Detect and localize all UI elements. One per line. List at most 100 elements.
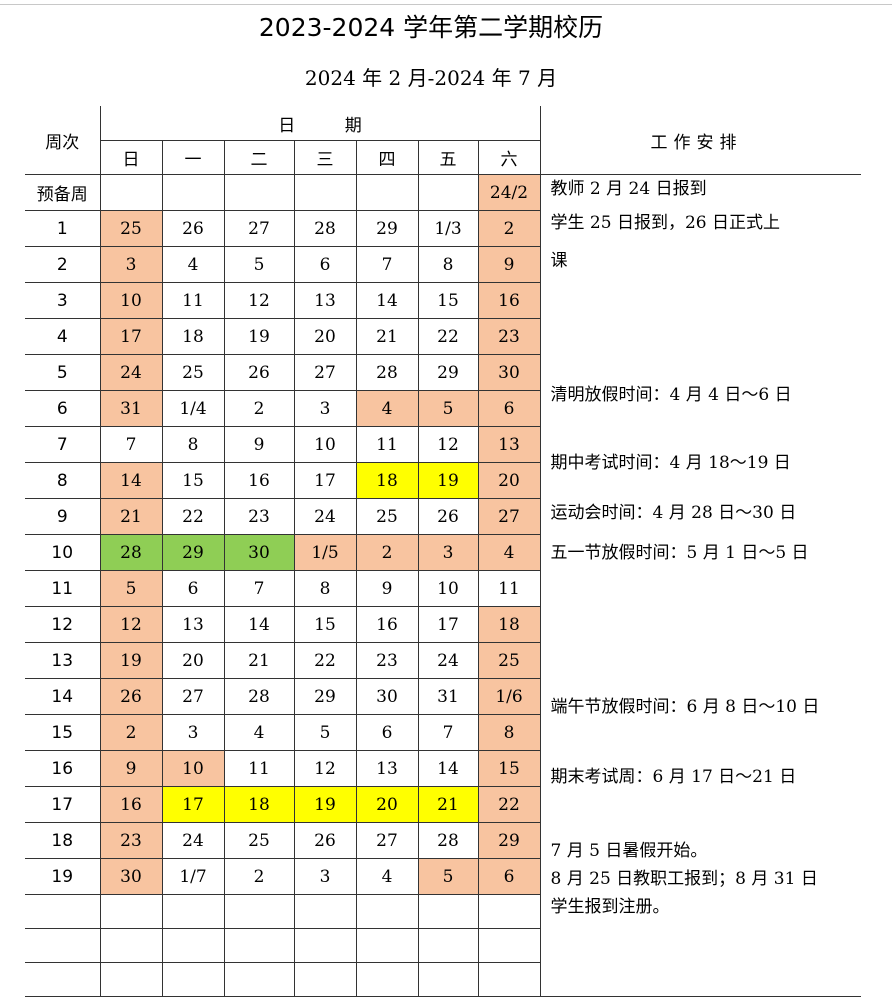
header-date: 日 期 <box>99 106 541 141</box>
date-cell: 3 <box>417 534 479 571</box>
date-cell: 11 <box>477 570 541 607</box>
date-cell: 25 <box>223 822 295 859</box>
blank-cell <box>355 894 419 929</box>
date-cell: 7 <box>417 714 479 751</box>
date-cell: 22 <box>417 318 479 355</box>
date-cell: 6 <box>477 390 541 427</box>
blank-cell <box>25 894 101 929</box>
date-cell: 17 <box>293 462 357 499</box>
work-note: 学生报到注册。 <box>550 897 670 917</box>
date-cell: 2 <box>99 714 163 751</box>
date-cell: 19 <box>223 318 295 355</box>
date-cell: 6 <box>355 714 419 751</box>
date-cell: 28 <box>417 822 479 859</box>
date-cell: 8 <box>417 246 479 283</box>
week-number: 18 <box>25 822 101 859</box>
date-cell: 5 <box>417 390 479 427</box>
date-cell: 1/6 <box>477 678 541 715</box>
date-cell: 9 <box>223 426 295 463</box>
date-cell: 15 <box>477 750 541 787</box>
date-cell: 29 <box>293 678 357 715</box>
date-cell: 16 <box>99 786 163 823</box>
date-cell: 4 <box>161 246 225 283</box>
work-note: 课 <box>550 251 568 271</box>
date-cell: 23 <box>99 822 163 859</box>
week-number: 19 <box>25 858 101 895</box>
blank-cell <box>477 894 541 929</box>
blank-cell <box>99 928 163 963</box>
day-header-0: 日 <box>99 140 163 175</box>
blank-cell <box>223 928 295 963</box>
date-cell: 2 <box>223 858 295 895</box>
header-week: 周次 <box>25 106 101 175</box>
date-cell: 8 <box>293 570 357 607</box>
blank-cell <box>417 894 479 929</box>
work-note: 期末考试周：6 月 17 日～21 日 <box>550 767 797 787</box>
date-cell: 8 <box>161 426 225 463</box>
work-note: 学生 25 日报到，26 日正式上 <box>550 213 780 233</box>
week-number: 17 <box>25 786 101 823</box>
blank-cell <box>417 928 479 963</box>
date-cell <box>417 174 479 211</box>
date-cell: 16 <box>355 606 419 643</box>
date-cell: 27 <box>161 678 225 715</box>
week-number: 14 <box>25 678 101 715</box>
date-cell: 6 <box>477 858 541 895</box>
date-cell: 18 <box>477 606 541 643</box>
date-cell: 15 <box>161 462 225 499</box>
date-cell: 11 <box>355 426 419 463</box>
blank-cell <box>223 962 295 997</box>
date-cell: 27 <box>355 822 419 859</box>
date-cell: 31 <box>99 390 163 427</box>
date-cell: 1/5 <box>293 534 357 571</box>
blank-cell <box>355 928 419 963</box>
date-cell: 4 <box>477 534 541 571</box>
date-cell <box>223 174 295 211</box>
date-cell: 22 <box>477 786 541 823</box>
date-cell: 26 <box>417 498 479 535</box>
date-cell: 18 <box>355 462 419 499</box>
date-cell: 31 <box>417 678 479 715</box>
date-cell: 25 <box>355 498 419 535</box>
date-cell: 23 <box>223 498 295 535</box>
date-cell: 11 <box>223 750 295 787</box>
date-cell: 14 <box>223 606 295 643</box>
week-number: 1 <box>25 210 101 247</box>
date-cell: 29 <box>355 210 419 247</box>
week-number: 预备周 <box>25 174 101 211</box>
date-cell: 5 <box>293 714 357 751</box>
date-cell: 5 <box>417 858 479 895</box>
date-cell: 17 <box>161 786 225 823</box>
date-cell: 2 <box>477 210 541 247</box>
week-row: 预备周 24/2 教师 2 月 24 日报到 学生 25 日报到，26 日正式上课清明… <box>25 174 861 997</box>
date-cell: 29 <box>477 822 541 859</box>
date-cell: 13 <box>477 426 541 463</box>
date-cell <box>355 174 419 211</box>
work-note: 清明放假时间：4 月 4 日～6 日 <box>550 385 792 405</box>
date-cell: 20 <box>161 642 225 679</box>
work-note: 教师 2 月 24 日报到 <box>550 179 707 199</box>
date-cell: 23 <box>477 318 541 355</box>
date-cell: 26 <box>293 822 357 859</box>
work-note: 8 月 25 日教职工报到；8 月 31 日 <box>550 869 818 889</box>
date-cell: 1/7 <box>161 858 225 895</box>
day-header-2: 二 <box>223 140 295 175</box>
date-cell: 17 <box>417 606 479 643</box>
date-cell: 21 <box>417 786 479 823</box>
date-cell: 18 <box>223 786 295 823</box>
work-note: 7 月 5 日暑假开始。 <box>550 841 708 861</box>
date-cell <box>99 174 163 211</box>
week-number: 15 <box>25 714 101 751</box>
date-cell: 24 <box>99 354 163 391</box>
week-number: 16 <box>25 750 101 787</box>
date-cell: 12 <box>99 606 163 643</box>
date-cell: 27 <box>477 498 541 535</box>
date-cell: 3 <box>161 714 225 751</box>
date-cell: 25 <box>99 210 163 247</box>
date-cell: 15 <box>293 606 357 643</box>
date-cell: 4 <box>223 714 295 751</box>
work-note: 运动会时间：4 月 28 日～30 日 <box>550 503 797 523</box>
date-cell: 21 <box>99 498 163 535</box>
date-cell: 4 <box>355 390 419 427</box>
blank-cell <box>223 894 295 929</box>
